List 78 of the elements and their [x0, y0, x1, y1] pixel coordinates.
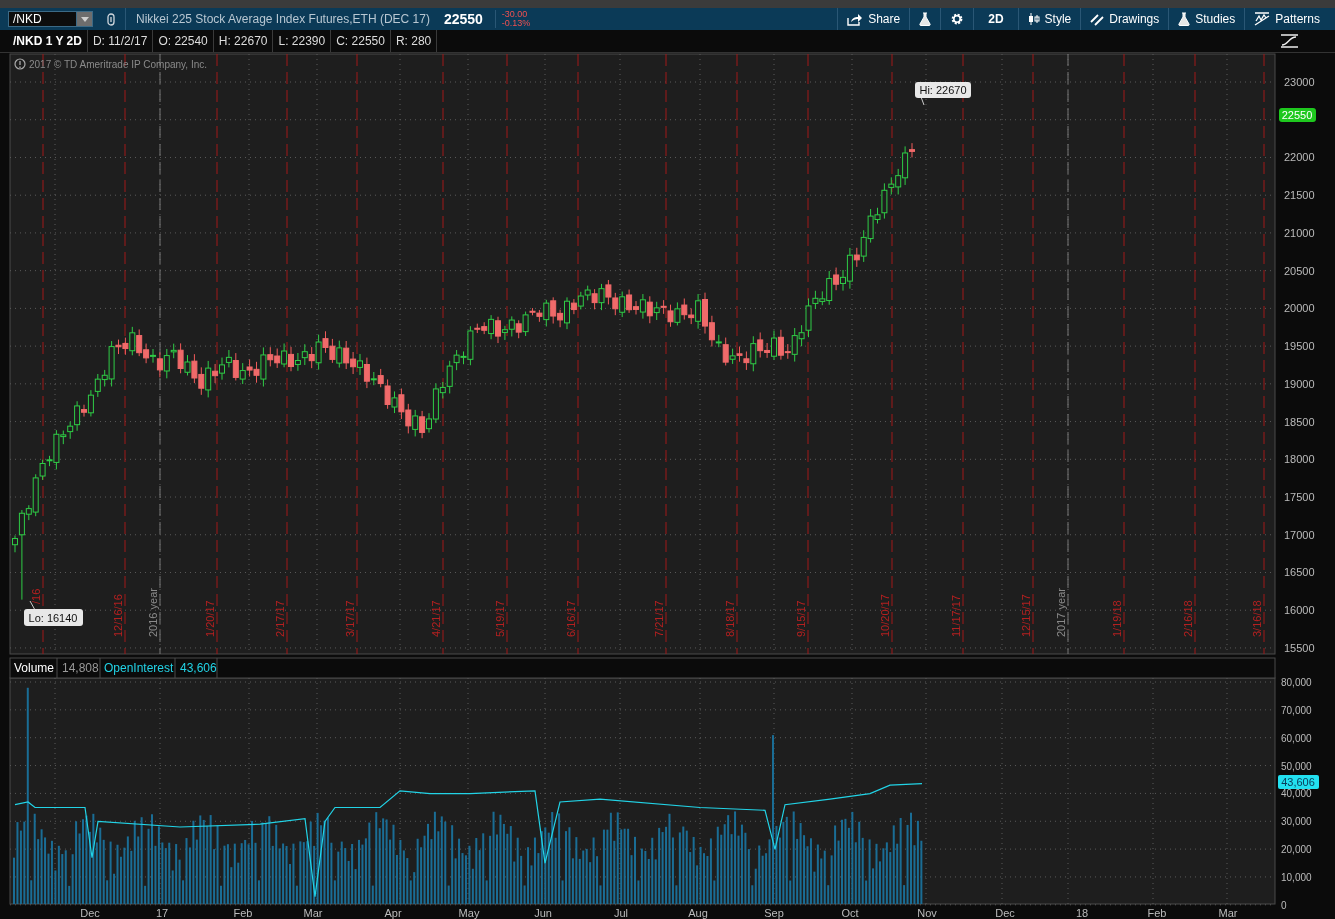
open-interest-badge: 43,606	[1278, 775, 1319, 789]
month-label: Nov	[917, 907, 937, 919]
price-axis-label: 20500	[1284, 264, 1315, 277]
price-axis-label: 21500	[1284, 189, 1315, 202]
price-axis-label: 23000	[1284, 76, 1315, 88]
month-label: Dec	[80, 907, 100, 919]
volume-axis-label: 60,000	[1281, 732, 1312, 744]
month-label: Mar	[303, 907, 323, 919]
month-label: Sep	[764, 907, 784, 919]
volume-axis-label: 50,000	[1281, 760, 1312, 772]
price-axis-label: 15500	[1284, 641, 1315, 654]
month-label: Feb	[1147, 907, 1167, 919]
month-label: Apr	[384, 907, 402, 919]
date-label: 2/17/17	[274, 600, 286, 637]
price-axis-label: 22000	[1284, 151, 1315, 164]
price-change: -30.00	[501, 10, 529, 19]
copyright-text: 2017 © TD Ameritrade IP Company, Inc.	[29, 59, 207, 70]
volume-value: 14,808	[62, 661, 99, 675]
ohlc-stat: H: 22670	[213, 30, 274, 52]
month-label: May	[458, 907, 480, 919]
date-label: 12/15/17	[1020, 594, 1032, 637]
date-label: 12/16/16	[112, 594, 124, 637]
month-label: Oct	[841, 907, 859, 919]
price-axis-label: 20000	[1284, 302, 1315, 315]
date-label: 2/16/18	[1182, 600, 1194, 637]
date-label: 2017 year	[1055, 588, 1067, 637]
volume-axis-label: 30,000	[1281, 816, 1312, 828]
price-axis-label: 19500	[1284, 340, 1315, 353]
month-label: Jun	[534, 907, 552, 919]
date-label: 4/21/17	[430, 600, 442, 637]
ohlc-stat: L: 22390	[273, 30, 332, 52]
date-label: /16	[30, 588, 42, 604]
volume-axis-label: 0	[1281, 899, 1287, 911]
last-price-badge: 22550	[1279, 108, 1316, 122]
price-axis-label: 17500	[1284, 491, 1315, 504]
month-label: Jul	[613, 907, 629, 919]
month-label: Mar	[1218, 907, 1238, 919]
volume-axis-label: 10,000	[1281, 871, 1312, 883]
price-axis-label: 18000	[1284, 453, 1315, 466]
price-axis-label: 17000	[1284, 528, 1315, 541]
ohlc-stat: D: 11/2/17	[87, 30, 154, 52]
price-axis-label: 21000	[1284, 226, 1315, 239]
ohlc-stat: R: 280	[390, 30, 438, 52]
volume-axis-label: 20,000	[1281, 844, 1312, 856]
chart-title: /NKD 1 Y 2D	[8, 30, 88, 52]
price-axis-label: 16500	[1284, 566, 1315, 579]
date-label: 7/21/17	[653, 600, 665, 637]
date-label: 1/20/17	[204, 600, 216, 637]
month-label: 18	[1075, 907, 1089, 919]
date-label: 10/20/17	[879, 594, 891, 637]
date-label: 11/17/17	[950, 595, 962, 637]
price-axis-label: 19000	[1284, 377, 1315, 390]
open-interest-legend-label: OpenInterest	[104, 661, 174, 675]
volume-legend-label: Volume	[14, 661, 55, 675]
price-axis-label: 16000	[1284, 604, 1315, 617]
price-axis-label: 18500	[1284, 415, 1315, 428]
month-label: Aug	[688, 907, 708, 919]
last-price: 22550	[443, 11, 483, 27]
date-label: 9/15/17	[795, 600, 807, 637]
date-label: 8/18/17	[724, 600, 736, 637]
symbol-field[interactable]: /NKD	[8, 11, 76, 27]
ohlc-stat: C: 22550	[331, 30, 391, 52]
open-interest-value: 43,606	[180, 661, 217, 675]
volume-axis-label: 80,000	[1281, 677, 1312, 688]
ohlc-stat: O: 22540	[153, 30, 214, 52]
volume-axis-label: 40,000	[1281, 788, 1312, 800]
month-label: Dec	[995, 907, 1015, 919]
date-label: 5/19/17	[494, 600, 506, 637]
date-label: 2016 year	[147, 588, 159, 637]
date-label: 3/17/17	[344, 600, 356, 637]
price-change-percent: -0.13%	[501, 19, 531, 28]
date-label: 1/19/18	[1111, 600, 1123, 637]
month-label: 17	[155, 907, 169, 919]
date-label: 6/16/17	[565, 600, 577, 637]
month-label: Feb	[233, 907, 253, 919]
date-label: 3/16/18	[1251, 600, 1263, 637]
high-price-callout: Hi: 22670	[915, 82, 971, 106]
volume-axis-label: 70,000	[1281, 704, 1312, 716]
